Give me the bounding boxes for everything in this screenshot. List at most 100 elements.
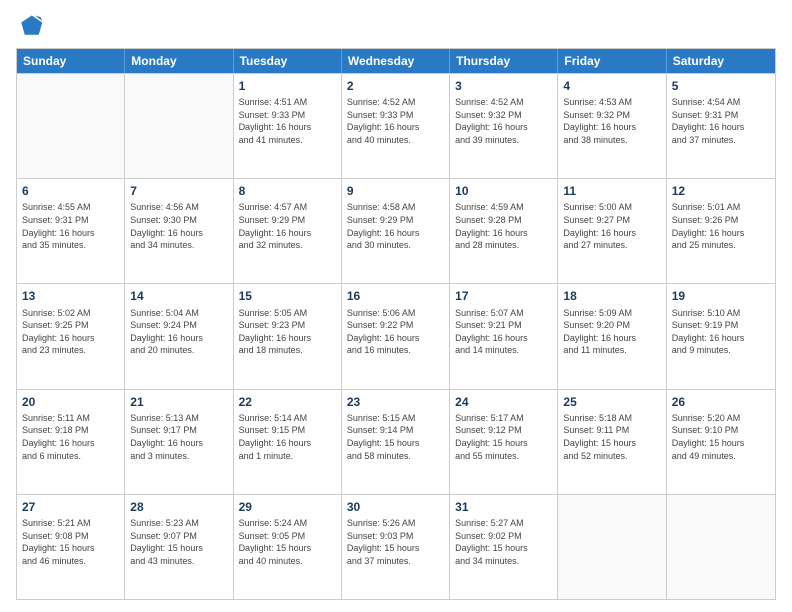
day-number: 16 bbox=[347, 288, 444, 304]
calendar-cell-week2-day5: 11 Sunrise: 5:00 AM Sunset: 9:27 PM Dayli… bbox=[558, 179, 666, 283]
day-number: 13 bbox=[22, 288, 119, 304]
day-number: 15 bbox=[239, 288, 336, 304]
calendar-header-monday: Monday bbox=[125, 49, 233, 73]
day-number: 2 bbox=[347, 78, 444, 94]
day-number: 27 bbox=[22, 499, 119, 515]
calendar-cell-week2-day6: 12 Sunrise: 5:01 AM Sunset: 9:26 PM Dayli… bbox=[667, 179, 775, 283]
cell-info: Sunrise: 5:05 AM Sunset: 9:23 PM Dayligh… bbox=[239, 307, 336, 357]
calendar-header-wednesday: Wednesday bbox=[342, 49, 450, 73]
day-number: 20 bbox=[22, 394, 119, 410]
cell-info: Sunrise: 5:06 AM Sunset: 9:22 PM Dayligh… bbox=[347, 307, 444, 357]
calendar-cell-week3-day5: 18Sunrise: 5:09 AM Sunset: 9:20 PM Dayli… bbox=[558, 284, 666, 388]
calendar-cell-week3-day2: 15 Sunrise: 5:05 AM Sunset: 9:23 PM Dayli… bbox=[234, 284, 342, 388]
calendar-week-1: 1 Sunrise: 4:51 AM Sunset: 9:33 PM Daylig… bbox=[17, 73, 775, 178]
day-number: 8 bbox=[239, 183, 336, 199]
day-number: 30 bbox=[347, 499, 444, 515]
cell-info: Sunrise: 5:24 AM Sunset: 9:05 PM Dayligh… bbox=[239, 517, 336, 567]
day-number: 23 bbox=[347, 394, 444, 410]
day-number: 26 bbox=[672, 394, 770, 410]
day-number: 9 bbox=[347, 183, 444, 199]
cell-info: Sunrise: 4:51 AM Sunset: 9:33 PM Dayligh… bbox=[239, 96, 336, 146]
calendar-cell-week5-day2: 29 Sunrise: 5:24 AM Sunset: 9:05 PM Dayli… bbox=[234, 495, 342, 599]
calendar-cell-week4-day3: 23 Sunrise: 5:15 AM Sunset: 9:14 PM Dayli… bbox=[342, 390, 450, 494]
calendar-cell-week4-day0: 20 Sunrise: 5:11 AM Sunset: 9:18 PM Dayli… bbox=[17, 390, 125, 494]
cell-info: Sunrise: 5:27 AM Sunset: 9:02 PM Dayligh… bbox=[455, 517, 552, 567]
calendar-cell-week4-day1: 21 Sunrise: 5:13 AM Sunset: 9:17 PM Dayli… bbox=[125, 390, 233, 494]
cell-info: Sunrise: 5:21 AM Sunset: 9:08 PM Dayligh… bbox=[22, 517, 119, 567]
day-number: 12 bbox=[672, 183, 770, 199]
cell-info: Sunrise: 5:17 AM Sunset: 9:12 PM Dayligh… bbox=[455, 412, 552, 462]
day-number: 11 bbox=[563, 183, 660, 199]
cell-info: Sunrise: 5:14 AM Sunset: 9:15 PM Dayligh… bbox=[239, 412, 336, 462]
cell-info: Sunrise: 4:52 AM Sunset: 9:32 PM Dayligh… bbox=[455, 96, 552, 146]
day-number: 25 bbox=[563, 394, 660, 410]
cell-info: Sunrise: 5:15 AM Sunset: 9:14 PM Dayligh… bbox=[347, 412, 444, 462]
calendar-cell-week1-day5: 4 Sunrise: 4:53 AM Sunset: 9:32 PM Daylig… bbox=[558, 74, 666, 178]
day-number: 21 bbox=[130, 394, 227, 410]
calendar-header-sunday: Sunday bbox=[17, 49, 125, 73]
calendar-week-2: 6Sunrise: 4:55 AM Sunset: 9:31 PM Daylig… bbox=[17, 178, 775, 283]
day-number: 29 bbox=[239, 499, 336, 515]
day-number: 14 bbox=[130, 288, 227, 304]
day-number: 10 bbox=[455, 183, 552, 199]
cell-info: Sunrise: 4:57 AM Sunset: 9:29 PM Dayligh… bbox=[239, 201, 336, 251]
logo bbox=[16, 12, 48, 40]
cell-info: Sunrise: 5:02 AM Sunset: 9:25 PM Dayligh… bbox=[22, 307, 119, 357]
calendar-cell-week2-day3: 9 Sunrise: 4:58 AM Sunset: 9:29 PM Daylig… bbox=[342, 179, 450, 283]
calendar-cell-week2-day0: 6Sunrise: 4:55 AM Sunset: 9:31 PM Daylig… bbox=[17, 179, 125, 283]
cell-info: Sunrise: 5:18 AM Sunset: 9:11 PM Dayligh… bbox=[563, 412, 660, 462]
cell-info: Sunrise: 5:04 AM Sunset: 9:24 PM Dayligh… bbox=[130, 307, 227, 357]
cell-info: Sunrise: 4:56 AM Sunset: 9:30 PM Dayligh… bbox=[130, 201, 227, 251]
cell-info: Sunrise: 4:52 AM Sunset: 9:33 PM Dayligh… bbox=[347, 96, 444, 146]
day-number: 18 bbox=[563, 288, 660, 304]
calendar-cell-week1-day3: 2 Sunrise: 4:52 AM Sunset: 9:33 PM Daylig… bbox=[342, 74, 450, 178]
calendar: SundayMondayTuesdayWednesdayThursdayFrid… bbox=[16, 48, 776, 600]
calendar-cell-week3-day3: 16 Sunrise: 5:06 AM Sunset: 9:22 PM Dayli… bbox=[342, 284, 450, 388]
day-number: 24 bbox=[455, 394, 552, 410]
cell-info: Sunrise: 4:55 AM Sunset: 9:31 PM Dayligh… bbox=[22, 201, 119, 251]
cell-info: Sunrise: 5:01 AM Sunset: 9:26 PM Dayligh… bbox=[672, 201, 770, 251]
calendar-header-row: SundayMondayTuesdayWednesdayThursdayFrid… bbox=[17, 49, 775, 73]
cell-info: Sunrise: 5:23 AM Sunset: 9:07 PM Dayligh… bbox=[130, 517, 227, 567]
calendar-cell-week1-day0 bbox=[17, 74, 125, 178]
calendar-header-tuesday: Tuesday bbox=[234, 49, 342, 73]
cell-info: Sunrise: 5:00 AM Sunset: 9:27 PM Dayligh… bbox=[563, 201, 660, 251]
calendar-cell-week5-day4: 31 Sunrise: 5:27 AM Sunset: 9:02 PM Dayli… bbox=[450, 495, 558, 599]
day-number: 31 bbox=[455, 499, 552, 515]
day-number: 28 bbox=[130, 499, 227, 515]
day-number: 5 bbox=[672, 78, 770, 94]
calendar-week-5: 27 Sunrise: 5:21 AM Sunset: 9:08 PM Dayli… bbox=[17, 494, 775, 599]
cell-info: Sunrise: 5:11 AM Sunset: 9:18 PM Dayligh… bbox=[22, 412, 119, 462]
day-number: 3 bbox=[455, 78, 552, 94]
cell-info: Sunrise: 4:53 AM Sunset: 9:32 PM Dayligh… bbox=[563, 96, 660, 146]
cell-info: Sunrise: 4:54 AM Sunset: 9:31 PM Dayligh… bbox=[672, 96, 770, 146]
calendar-cell-week3-day6: 19 Sunrise: 5:10 AM Sunset: 9:19 PM Dayli… bbox=[667, 284, 775, 388]
calendar-header-thursday: Thursday bbox=[450, 49, 558, 73]
calendar-cell-week3-day1: 14 Sunrise: 5:04 AM Sunset: 9:24 PM Dayli… bbox=[125, 284, 233, 388]
calendar-cell-week1-day2: 1 Sunrise: 4:51 AM Sunset: 9:33 PM Daylig… bbox=[234, 74, 342, 178]
day-number: 19 bbox=[672, 288, 770, 304]
calendar-cell-week5-day0: 27 Sunrise: 5:21 AM Sunset: 9:08 PM Dayli… bbox=[17, 495, 125, 599]
cell-info: Sunrise: 4:58 AM Sunset: 9:29 PM Dayligh… bbox=[347, 201, 444, 251]
calendar-cell-week2-day2: 8 Sunrise: 4:57 AM Sunset: 9:29 PM Daylig… bbox=[234, 179, 342, 283]
day-number: 4 bbox=[563, 78, 660, 94]
cell-info: Sunrise: 4:59 AM Sunset: 9:28 PM Dayligh… bbox=[455, 201, 552, 251]
day-number: 22 bbox=[239, 394, 336, 410]
calendar-body: 1 Sunrise: 4:51 AM Sunset: 9:33 PM Daylig… bbox=[17, 73, 775, 599]
day-number: 1 bbox=[239, 78, 336, 94]
cell-info: Sunrise: 5:07 AM Sunset: 9:21 PM Dayligh… bbox=[455, 307, 552, 357]
calendar-header-saturday: Saturday bbox=[667, 49, 775, 73]
calendar-cell-week5-day6 bbox=[667, 495, 775, 599]
calendar-header-friday: Friday bbox=[558, 49, 666, 73]
calendar-week-4: 20 Sunrise: 5:11 AM Sunset: 9:18 PM Dayli… bbox=[17, 389, 775, 494]
calendar-cell-week2-day1: 7Sunrise: 4:56 AM Sunset: 9:30 PM Daylig… bbox=[125, 179, 233, 283]
cell-info: Sunrise: 5:26 AM Sunset: 9:03 PM Dayligh… bbox=[347, 517, 444, 567]
calendar-cell-week1-day1 bbox=[125, 74, 233, 178]
calendar-cell-week4-day5: 25 Sunrise: 5:18 AM Sunset: 9:11 PM Dayli… bbox=[558, 390, 666, 494]
cell-info: Sunrise: 5:10 AM Sunset: 9:19 PM Dayligh… bbox=[672, 307, 770, 357]
calendar-cell-week3-day4: 17Sunrise: 5:07 AM Sunset: 9:21 PM Dayli… bbox=[450, 284, 558, 388]
calendar-cell-week2-day4: 10 Sunrise: 4:59 AM Sunset: 9:28 PM Dayli… bbox=[450, 179, 558, 283]
cell-info: Sunrise: 5:13 AM Sunset: 9:17 PM Dayligh… bbox=[130, 412, 227, 462]
calendar-cell-week4-day6: 26Sunrise: 5:20 AM Sunset: 9:10 PM Dayli… bbox=[667, 390, 775, 494]
calendar-cell-week5-day3: 30 Sunrise: 5:26 AM Sunset: 9:03 PM Dayli… bbox=[342, 495, 450, 599]
